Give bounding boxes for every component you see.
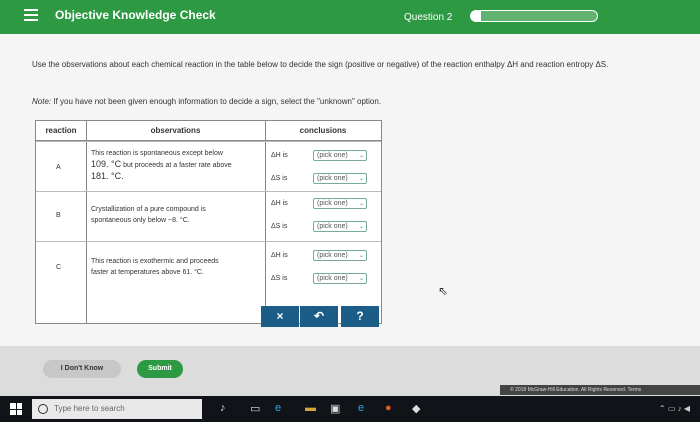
observation-text: This reaction is spontaneous except belo… [91, 150, 232, 181]
delta-h-label: ΔH is [271, 252, 288, 259]
delta-h-select[interactable]: (pick one) ⌄ [313, 198, 367, 209]
submit-button[interactable]: Submit [137, 360, 183, 378]
chevron-down-icon: ⌄ [358, 253, 364, 259]
chevron-down-icon: ⌄ [358, 201, 364, 207]
header-reaction: reaction [36, 121, 86, 141]
delta-h-select[interactable]: (pick one) ⌄ [313, 150, 367, 161]
copyright: © 2018 McGraw-Hill Education. All Rights… [500, 385, 700, 395]
table-row: B Crystallization of a pure compound is … [36, 191, 381, 239]
chevron-down-icon: ⌄ [358, 224, 364, 230]
observation-text: This reaction is exothermic and proceeds… [91, 258, 219, 276]
note-text: If you have not been given enough inform… [53, 97, 382, 106]
chrome-icon[interactable]: ● [385, 402, 392, 414]
delta-s-label: ΔS is [271, 275, 288, 282]
edge-icon[interactable]: e [275, 402, 281, 414]
note: Note: If you have not been given enough … [32, 97, 381, 106]
ie-icon[interactable]: e [358, 402, 364, 414]
delta-s-label: ΔS is [271, 223, 288, 230]
taskbar: Type here to search ♪ ▭ e ▬ ▣ e ● ◆ ⌃ ▭ … [0, 396, 700, 422]
dont-know-button[interactable]: I Don't Know [43, 360, 121, 378]
table-row: C This reaction is exothermic and procee… [36, 241, 381, 289]
delta-s-select[interactable]: (pick one) ⌄ [313, 173, 367, 184]
top-bar: Objective Knowledge Check Question 2 [0, 0, 700, 34]
instructions: Use the observations about each chemical… [32, 60, 609, 69]
reaction-letter: B [56, 212, 61, 219]
taskbar-search[interactable]: Type here to search [32, 399, 202, 419]
delta-s-select[interactable]: (pick one) ⌄ [313, 273, 367, 284]
question-label: Question 2 [404, 12, 453, 23]
menu-icon[interactable] [24, 9, 38, 21]
cursor-icon: ⇖ [438, 284, 449, 298]
observation-text: Crystallization of a pure compound is sp… [91, 206, 206, 224]
clear-button[interactable]: × [261, 306, 299, 327]
delta-s-select[interactable]: (pick one) ⌄ [313, 221, 367, 232]
header-observations: observations [86, 121, 265, 141]
question-card: Use the observations about each chemical… [0, 34, 700, 346]
store-icon[interactable]: ▣ [330, 402, 340, 415]
task-view-icon[interactable]: ▭ [250, 402, 260, 415]
file-explorer-icon[interactable]: ▬ [305, 402, 316, 414]
delta-s-label: ΔS is [271, 175, 288, 182]
delta-h-select[interactable]: (pick one) ⌄ [313, 250, 367, 261]
search-placeholder: Type here to search [54, 404, 125, 413]
app-icon[interactable]: ◆ [412, 402, 420, 415]
header-conclusions: conclusions [265, 121, 381, 141]
help-button[interactable]: ? [341, 306, 379, 327]
undo-button[interactable]: ↶ [300, 306, 338, 327]
reaction-letter: C [56, 264, 62, 271]
chevron-down-icon: ⌄ [358, 176, 364, 182]
system-tray: ⌃ ▭ ♪ ◀ [658, 404, 690, 413]
table-row: A This reaction is spontaneous except be… [36, 141, 381, 189]
microphone-icon[interactable]: ♪ [220, 402, 226, 414]
progress-bar [470, 10, 598, 22]
delta-h-label: ΔH is [271, 152, 288, 159]
reaction-table: reaction observations conclusions A This… [35, 120, 382, 324]
chevron-down-icon: ⌄ [358, 276, 364, 282]
chevron-down-icon: ⌄ [358, 153, 364, 159]
note-label: Note: [32, 97, 52, 106]
app-title: Objective Knowledge Check [55, 8, 216, 22]
cortana-icon [38, 404, 48, 414]
reaction-letter: A [56, 164, 61, 171]
delta-h-label: ΔH is [271, 200, 288, 207]
windows-start-icon[interactable] [10, 403, 22, 415]
progress-fill [471, 11, 482, 21]
